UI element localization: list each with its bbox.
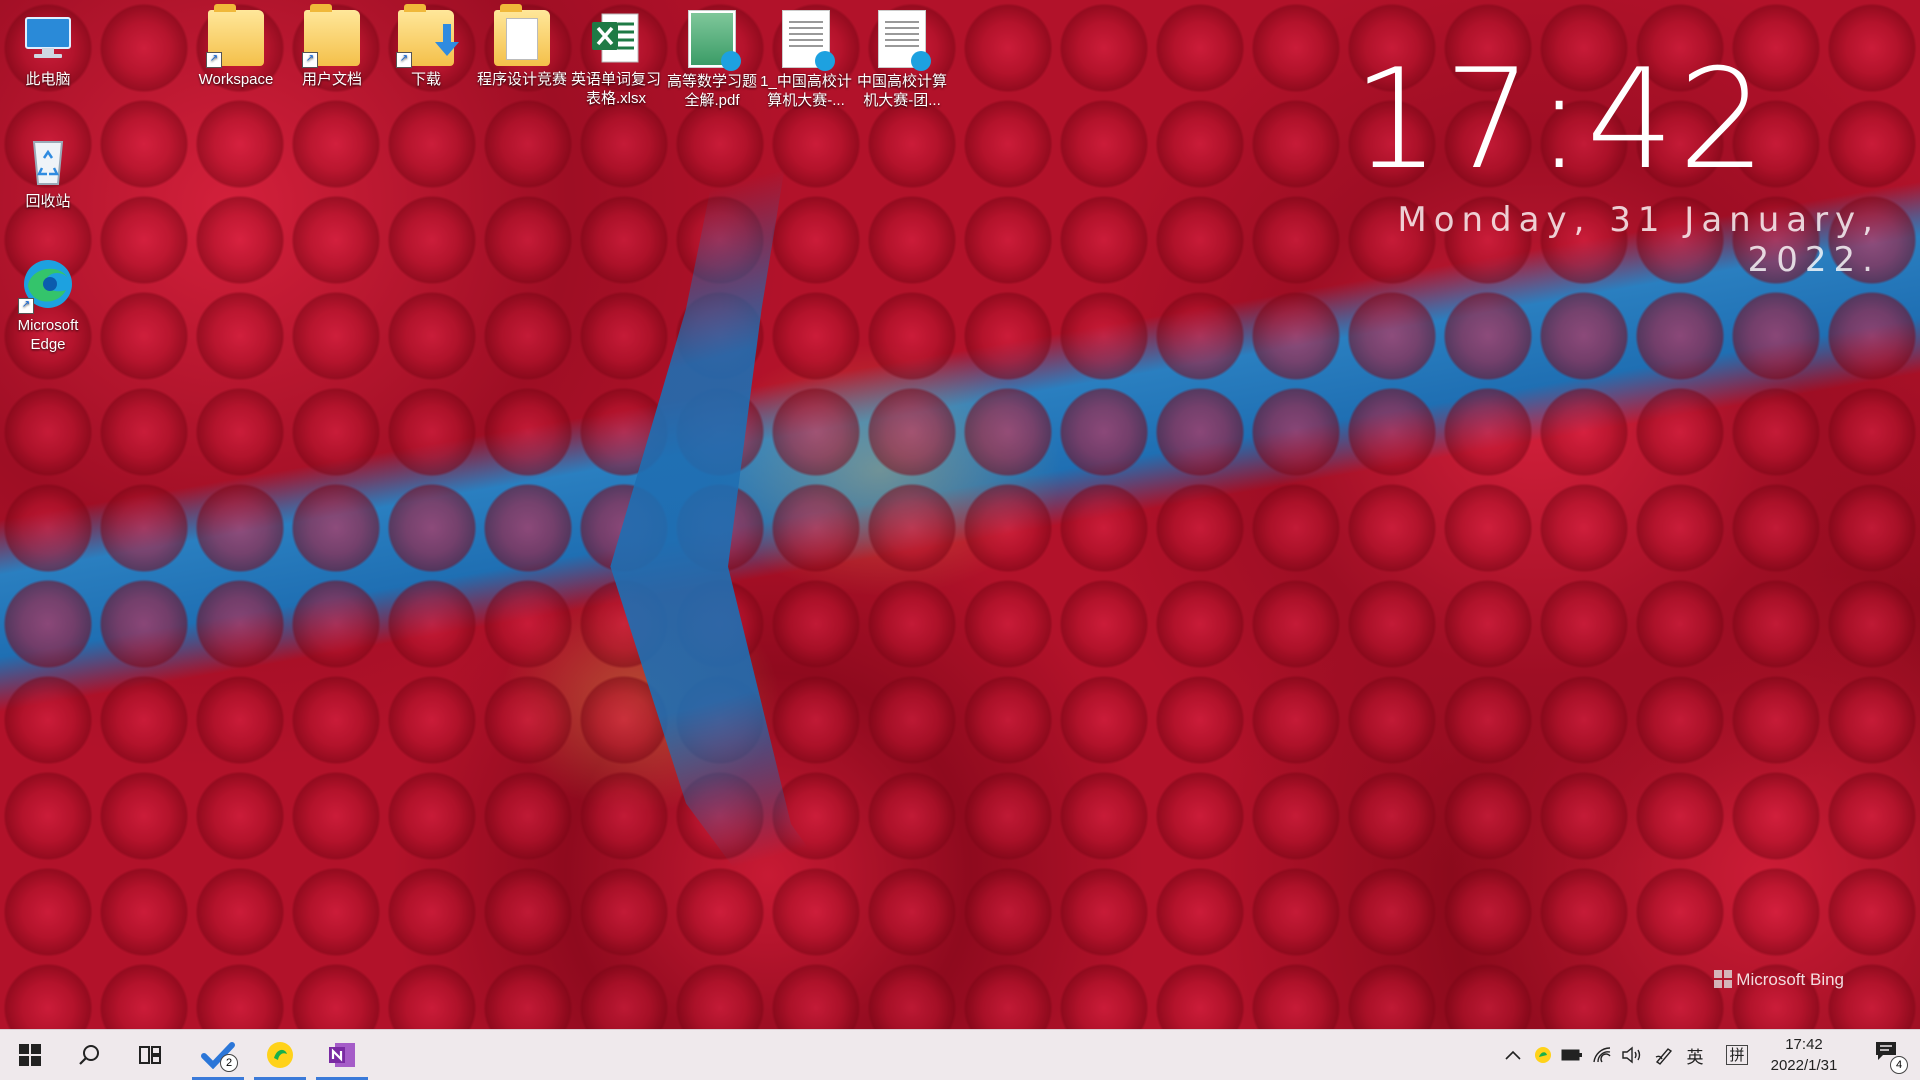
wifi-button[interactable]: [1588, 1030, 1616, 1080]
desktop-icon-contest-pdf-2[interactable]: 中国高校计算机大赛-团...: [854, 0, 950, 110]
pen-button[interactable]: [1650, 1030, 1678, 1080]
music-app-icon: [267, 1042, 293, 1068]
ime-language-button[interactable]: 英: [1680, 1030, 1710, 1080]
desktop-icon-programming-contest[interactable]: 程序设计竞赛: [474, 0, 570, 89]
bing-watermark-text: Microsoft Bing: [1736, 970, 1844, 989]
todo-badge: 2: [220, 1054, 238, 1072]
desktop-icon-label: Workspace: [198, 71, 274, 88]
desktop-icon-label: 高等数学习题全解.pdf: [666, 73, 757, 109]
folder-icon: ↗: [302, 4, 360, 68]
shortcut-arrow-icon: ↗: [206, 52, 222, 68]
desktop-icon-contest-pdf-1[interactable]: 1_中国高校计算机大赛-...: [758, 0, 854, 110]
taskbar-app-music[interactable]: [250, 1030, 310, 1080]
music-tray-icon: [1535, 1047, 1551, 1063]
pdf-icon: [688, 10, 741, 71]
tray-clock[interactable]: 17:42 2022/1/31: [1756, 1034, 1852, 1076]
desktop-icon-label: 中国高校计算机大赛-团...: [856, 73, 947, 109]
bing-logo-icon: [1714, 970, 1733, 988]
wifi-icon: [1593, 1047, 1611, 1063]
folder-icon: ↗: [206, 4, 264, 68]
notification-count-badge: 4: [1890, 1056, 1908, 1074]
doc-lines: [789, 21, 823, 51]
volume-icon: [1622, 1046, 1641, 1064]
bing-watermark: Microsoft Bing: [1714, 970, 1844, 990]
shortcut-arrow-icon: ↗: [18, 298, 34, 314]
clock-widget: 17:42 Monday, 31 January, 2022.: [1320, 39, 1880, 281]
desktop-icon-label: 1_中国高校计算机大赛-...: [760, 73, 852, 109]
ime-mode-button[interactable]: 拼: [1722, 1030, 1752, 1080]
doc-lines: [885, 21, 919, 51]
desktop-icon-edge[interactable]: ↗ Microsoft Edge: [0, 246, 96, 354]
desktop-icon-label: 此电脑: [25, 71, 71, 88]
clock-date: Monday, 31 January, 2022.: [1397, 200, 1880, 280]
recycle-bin-icon: [20, 132, 76, 188]
start-button[interactable]: [2, 1030, 58, 1080]
folder-paper-icon: [506, 18, 538, 60]
folder-icon: [494, 4, 550, 66]
task-view-button[interactable]: [122, 1030, 178, 1080]
search-button[interactable]: [62, 1030, 118, 1080]
desktop-icon-label: Microsoft Edge: [17, 317, 79, 353]
task-view-icon: [139, 1046, 161, 1064]
this-pc-icon: [20, 10, 76, 66]
edge-icon: ↗: [18, 256, 76, 314]
taskbar-app-todo[interactable]: 2: [188, 1030, 248, 1080]
notification-center-button[interactable]: 4: [1874, 1040, 1908, 1074]
desktop-icon-label: 用户文档: [301, 71, 362, 88]
pen-icon: [1655, 1048, 1673, 1065]
desktop-icon-label: 回收站: [25, 193, 71, 210]
volume-button[interactable]: [1618, 1030, 1646, 1080]
edge-badge-icon: [815, 51, 835, 71]
excel-icon: [588, 10, 644, 66]
desktop-icon-user-docs[interactable]: ↗ 用户文档: [284, 0, 380, 89]
desktop-wallpaper: 此电脑 回收站 ↗ Microsoft Edge ↗ Workspace ↗ 用…: [0, 0, 1920, 1030]
clock-time: 17:42: [1352, 39, 1770, 200]
shortcut-arrow-icon: ↗: [302, 52, 318, 68]
battery-icon: [1561, 1049, 1582, 1061]
windows-start-icon: [19, 1044, 41, 1066]
desktop-icon-workspace[interactable]: ↗ Workspace: [188, 0, 284, 89]
search-icon: [79, 1045, 99, 1065]
taskbar-app-onenote[interactable]: [312, 1030, 372, 1080]
shortcut-arrow-icon: ↗: [396, 52, 412, 68]
desktop-icon-label: 程序设计竞赛: [476, 71, 567, 88]
edge-badge-icon: [721, 51, 741, 71]
desktop-icon-label: 英语单词复习表格.xlsx: [570, 71, 661, 107]
tray-music-icon-button[interactable]: [1530, 1030, 1556, 1080]
desktop-icon-math-pdf[interactable]: 高等数学习题全解.pdf: [664, 0, 760, 110]
pdf-icon: [878, 10, 931, 71]
desktop-icon-downloads[interactable]: ↗ 下载: [378, 0, 474, 89]
edge-badge-icon: [911, 51, 931, 71]
taskbar: 2 英 拼 17:42 2022/1/31 4: [0, 1029, 1920, 1080]
desktop-icon-this-pc[interactable]: 此电脑: [0, 0, 96, 89]
onenote-icon: [329, 1043, 355, 1067]
ime-mode-label: 拼: [1726, 1045, 1748, 1065]
desktop-icon-xlsx[interactable]: 英语单词复习表格.xlsx: [568, 0, 664, 108]
tray-time: 17:42: [1785, 1036, 1823, 1053]
tray-date: 2022/1/31: [1770, 1057, 1838, 1074]
downloads-folder-icon: ↗: [396, 4, 459, 68]
battery-button[interactable]: [1558, 1030, 1586, 1080]
chevron-up-icon: [1505, 1050, 1521, 1060]
desktop-icon-label: 下载: [410, 71, 441, 88]
tray-overflow-button[interactable]: [1500, 1030, 1526, 1080]
pdf-icon: [782, 10, 835, 71]
desktop-icon-recycle-bin[interactable]: 回收站: [0, 122, 96, 211]
